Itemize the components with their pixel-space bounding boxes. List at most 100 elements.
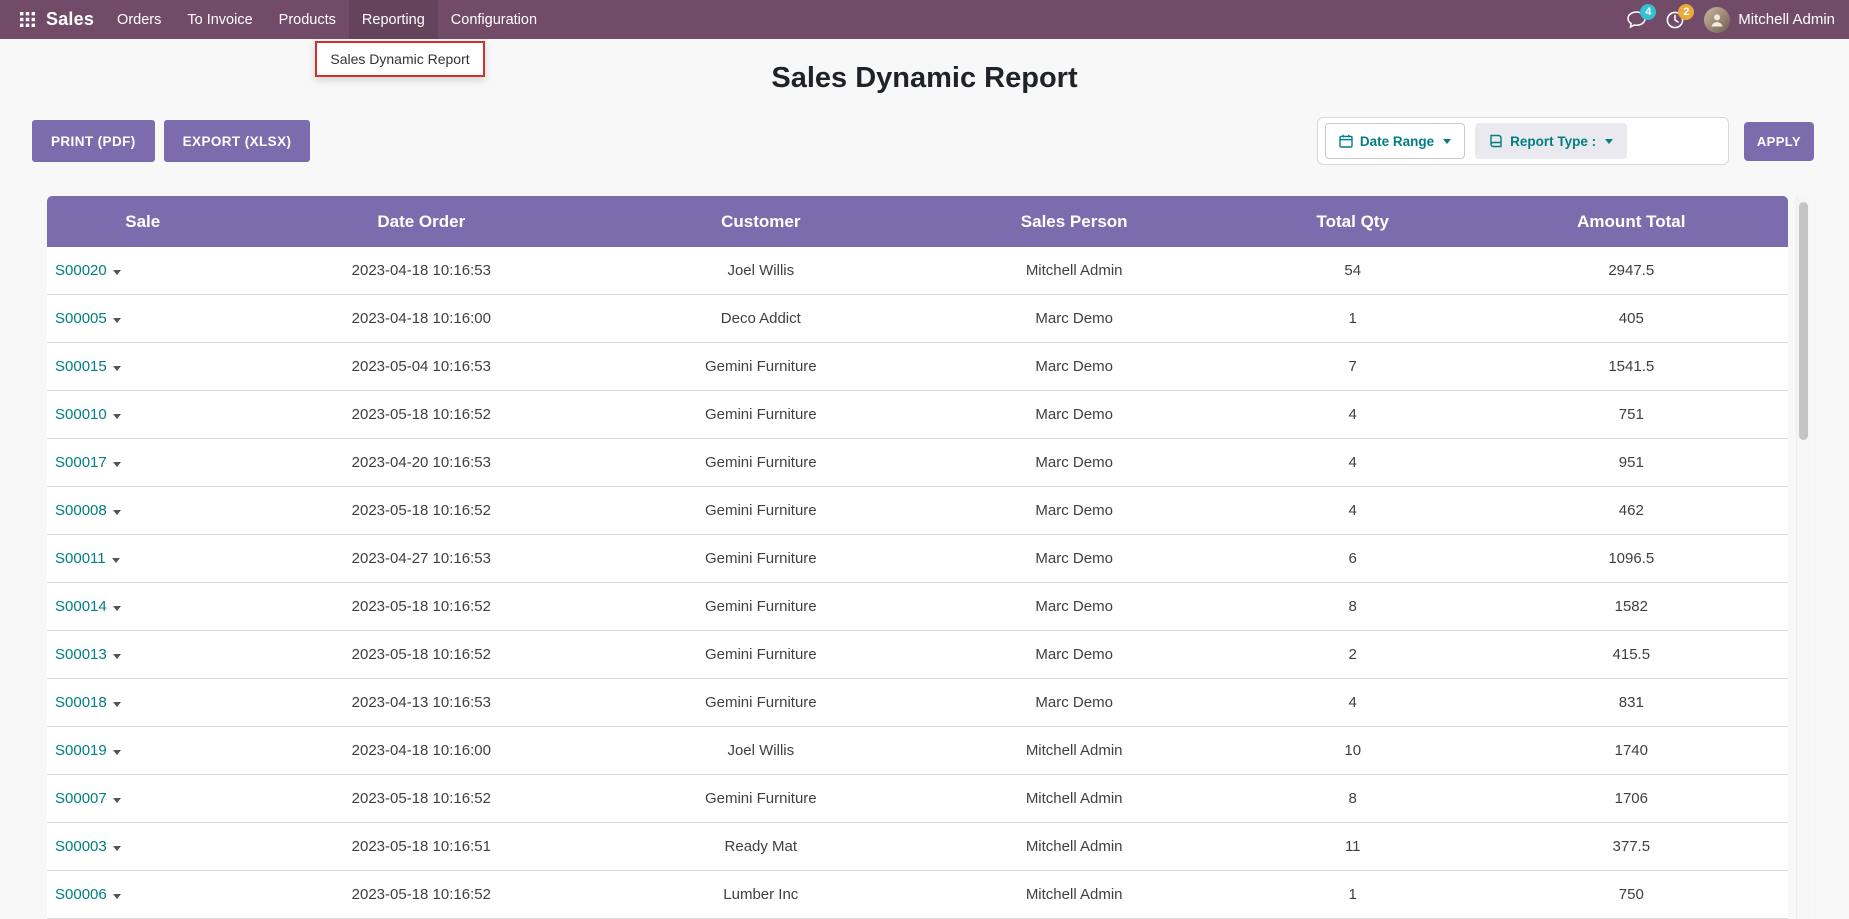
cell-date-order: 2023-04-18 10:16:00 xyxy=(239,727,605,775)
apps-menu-button[interactable] xyxy=(14,0,40,39)
cell-sales-person: Mitchell Admin xyxy=(917,775,1230,823)
book-icon xyxy=(1489,134,1503,148)
print-pdf-button[interactable]: PRINT (PDF) xyxy=(32,120,155,162)
cell-sale: S00011 xyxy=(47,535,239,583)
table-body: S000202023-04-18 10:16:53Joel WillisMitc… xyxy=(47,247,1788,919)
chevron-down-icon[interactable] xyxy=(113,798,121,803)
page-title: Sales Dynamic Report xyxy=(0,61,1849,95)
cell-amount-total: 1582 xyxy=(1475,583,1788,631)
menu-item-sales-dynamic-report[interactable]: Sales Dynamic Report xyxy=(330,51,469,67)
cell-date-order: 2023-04-18 10:16:53 xyxy=(239,247,605,295)
cell-sale: S00017 xyxy=(47,439,239,487)
activities-badge: 2 xyxy=(1678,4,1694,20)
cell-amount-total: 2947.5 xyxy=(1475,247,1788,295)
report-type-dropdown[interactable]: Report Type : xyxy=(1475,123,1627,159)
toolbar-left: PRINT (PDF) EXPORT (XLSX) xyxy=(32,120,310,162)
chevron-down-icon[interactable] xyxy=(113,750,121,755)
sale-order-link[interactable]: S00018 xyxy=(55,694,107,711)
chevron-down-icon[interactable] xyxy=(113,606,121,611)
chevron-down-icon[interactable] xyxy=(113,366,121,371)
apply-button[interactable]: APPLY xyxy=(1744,122,1814,161)
date-range-dropdown[interactable]: Date Range xyxy=(1325,123,1465,159)
chevron-down-icon[interactable] xyxy=(113,318,121,323)
sale-order-link[interactable]: S00020 xyxy=(55,262,107,279)
cell-date-order: 2023-04-13 10:16:53 xyxy=(239,679,605,727)
sale-order-link[interactable]: S00010 xyxy=(55,406,107,423)
chevron-down-icon[interactable] xyxy=(113,654,121,659)
sale-order-link[interactable]: S00014 xyxy=(55,598,107,615)
cell-date-order: 2023-05-18 10:16:52 xyxy=(239,631,605,679)
user-menu[interactable]: Mitchell Admin xyxy=(1704,7,1835,33)
table-row: S00008 2023-05-18 10:16:52Gemini Furnitur… xyxy=(47,487,1788,535)
table-header-row: SaleDate OrderCustomerSales PersonTotal … xyxy=(47,196,1788,247)
chevron-down-icon[interactable] xyxy=(113,270,121,275)
table-row: S000192023-04-18 10:16:00Joel WillisMitc… xyxy=(47,727,1788,775)
sale-order-link[interactable]: S00015 xyxy=(55,358,107,375)
app-brand-sales[interactable]: Sales xyxy=(46,9,94,30)
table-row: S000142023-05-18 10:16:52Gemini Furnitur… xyxy=(47,583,1788,631)
sale-order-link[interactable]: S00005 xyxy=(55,310,107,327)
cell-amount-total: 751 xyxy=(1475,391,1788,439)
table-row: S000112023-04-27 10:16:53Gemini Furnitur… xyxy=(47,535,1788,583)
menu-item-to-invoice[interactable]: To Invoice xyxy=(174,0,265,39)
activities-button[interactable]: 2 xyxy=(1666,11,1684,29)
chevron-down-icon[interactable] xyxy=(113,894,121,899)
export-xlsx-button[interactable]: EXPORT (XLSX) xyxy=(164,120,311,162)
sale-order-link[interactable]: S00003 xyxy=(55,838,107,855)
messages-badge: 4 xyxy=(1640,4,1656,20)
chevron-down-icon[interactable] xyxy=(113,462,121,467)
menu-item-products[interactable]: Products xyxy=(266,0,349,39)
chevron-down-icon[interactable] xyxy=(113,846,121,851)
date-range-label: Date Range xyxy=(1360,134,1434,149)
cell-date-order: 2023-04-20 10:16:53 xyxy=(239,439,605,487)
cell-sales-person: Marc Demo xyxy=(917,391,1230,439)
cell-customer: Gemini Furniture xyxy=(604,391,917,439)
cell-customer: Gemini Furniture xyxy=(604,535,917,583)
cell-sale: S00008 xyxy=(47,487,239,535)
chevron-down-icon[interactable] xyxy=(113,510,121,515)
menu-item-reporting[interactable]: Reporting xyxy=(349,0,438,39)
table-row: S000072023-05-18 10:16:52Gemini Furnitur… xyxy=(47,775,1788,823)
cell-amount-total: 750 xyxy=(1475,871,1788,919)
scrollbar-thumb[interactable] xyxy=(1799,202,1808,440)
cell-sale: S00010 xyxy=(47,391,239,439)
cell-sales-person: Marc Demo xyxy=(917,487,1230,535)
cell-amount-total: 1706 xyxy=(1475,775,1788,823)
sale-order-link[interactable]: S00008 xyxy=(55,502,107,519)
cell-total-qty: 6 xyxy=(1231,535,1475,583)
cell-amount-total: 831 xyxy=(1475,679,1788,727)
sale-order-link[interactable]: S00006 xyxy=(55,886,107,903)
cell-amount-total: 1740 xyxy=(1475,727,1788,775)
column-header: Sale xyxy=(47,196,239,247)
avatar xyxy=(1704,7,1730,33)
cell-sales-person: Marc Demo xyxy=(917,343,1230,391)
table-row: S00013 2023-05-18 10:16:52Gemini Furnitur… xyxy=(47,631,1788,679)
chevron-down-icon[interactable] xyxy=(112,558,120,563)
cell-date-order: 2023-05-18 10:16:51 xyxy=(239,823,605,871)
cell-customer: Gemini Furniture xyxy=(604,631,917,679)
menu-item-configuration[interactable]: Configuration xyxy=(438,0,550,39)
chevron-down-icon[interactable] xyxy=(113,702,121,707)
cell-sale: S00006 xyxy=(47,871,239,919)
table-row: S000182023-04-13 10:16:53Gemini Furnitur… xyxy=(47,679,1788,727)
sale-order-link[interactable]: S00007 xyxy=(55,790,107,807)
cell-customer: Gemini Furniture xyxy=(604,487,917,535)
column-header: Total Qty xyxy=(1231,196,1475,247)
sale-order-link[interactable]: S00017 xyxy=(55,454,107,471)
cell-total-qty: 4 xyxy=(1231,439,1475,487)
chevron-down-icon[interactable] xyxy=(113,414,121,419)
cell-sales-person: Mitchell Admin xyxy=(917,727,1230,775)
vertical-scrollbar[interactable] xyxy=(1796,196,1809,919)
messages-button[interactable]: 4 xyxy=(1627,11,1646,28)
menu-item-orders[interactable]: Orders xyxy=(104,0,174,39)
cell-date-order: 2023-05-18 10:16:52 xyxy=(239,487,605,535)
cell-sale: S00015 xyxy=(47,343,239,391)
cell-date-order: 2023-05-18 10:16:52 xyxy=(239,583,605,631)
cell-amount-total: 462 xyxy=(1475,487,1788,535)
cell-amount-total: 405 xyxy=(1475,295,1788,343)
cell-sales-person: Marc Demo xyxy=(917,679,1230,727)
sale-order-link[interactable]: S00019 xyxy=(55,742,107,759)
sale-order-link[interactable]: S00013 xyxy=(55,646,107,663)
report-table: SaleDate OrderCustomerSales PersonTotal … xyxy=(47,196,1788,919)
sale-order-link[interactable]: S00011 xyxy=(55,550,106,567)
